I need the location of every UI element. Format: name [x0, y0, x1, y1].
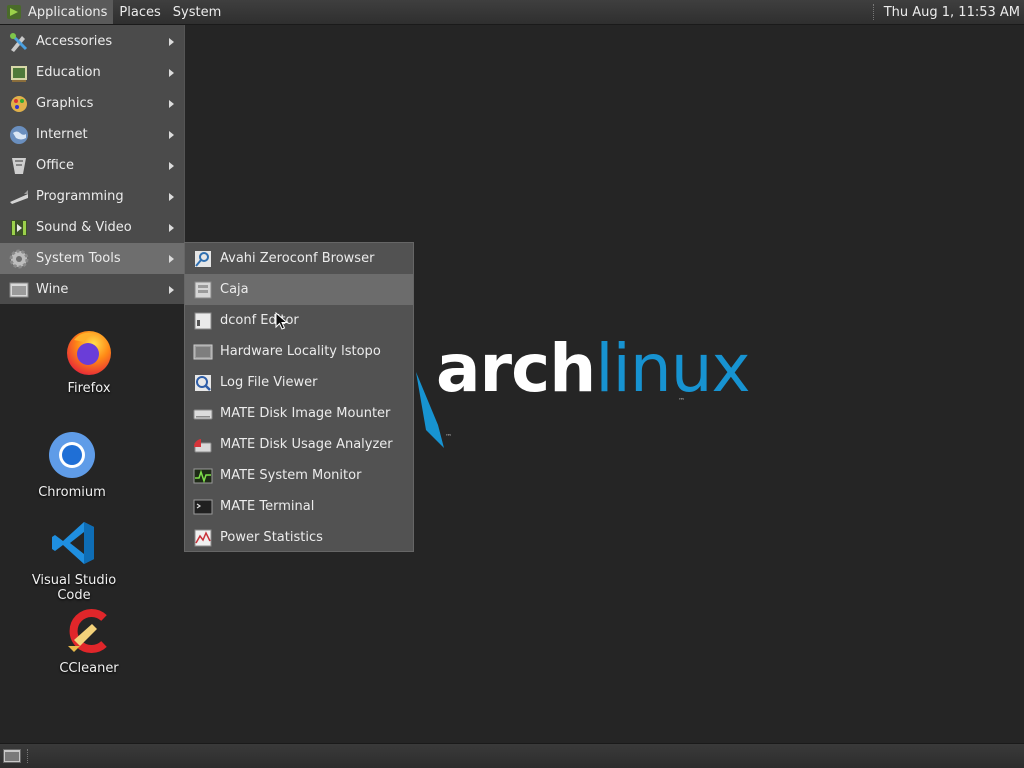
- menu-item-label: Office: [36, 158, 74, 173]
- submenu-arrow-icon: [169, 285, 174, 294]
- disk-mounter-icon: [193, 409, 213, 419]
- desktop-icon-firefox[interactable]: Firefox: [29, 326, 149, 396]
- places-menu-button[interactable]: Places: [113, 0, 166, 24]
- submenu-item-label: Hardware Locality lstopo: [220, 344, 381, 359]
- submenu-item-avahi[interactable]: Avahi Zeroconf Browser: [185, 243, 413, 274]
- applications-menu: Accessories Education Graphics Internet …: [0, 25, 185, 304]
- mouse-cursor-icon: [275, 312, 289, 330]
- menu-item-label: Education: [36, 65, 101, 80]
- dconf-icon: [194, 312, 212, 329]
- menu-item-label: Graphics: [36, 96, 94, 111]
- submenu-item-dconf[interactable]: dconf Editor: [185, 305, 413, 336]
- system-tools-submenu: Avahi Zeroconf Browser Caja dconf Editor…: [184, 242, 414, 552]
- submenu-arrow-icon: [169, 254, 174, 263]
- bottom-panel: [0, 743, 1024, 768]
- menu-item-programming[interactable]: Programming: [0, 181, 184, 212]
- system-monitor-icon: [193, 468, 213, 483]
- submenu-item-caja[interactable]: Caja: [185, 274, 413, 305]
- arch-wordmark-arch: arch: [436, 330, 596, 407]
- terminal-icon: [193, 499, 213, 514]
- menu-item-label: Internet: [36, 127, 88, 142]
- system-tools-icon: [9, 249, 29, 268]
- vscode-icon: [52, 522, 94, 564]
- submenu-arrow-icon: [169, 130, 174, 139]
- panel-handle: [27, 749, 30, 763]
- office-icon: [12, 157, 26, 174]
- trademark-mark: ™: [678, 397, 685, 405]
- submenu-item-label: Avahi Zeroconf Browser: [220, 251, 375, 266]
- submenu-item-label: Power Statistics: [220, 530, 323, 545]
- programming-icon: [10, 189, 28, 204]
- menu-item-label: Wine: [36, 282, 69, 297]
- arch-wordmark-linux: linux: [595, 330, 750, 407]
- avahi-icon: [195, 250, 211, 267]
- wine-icon: [9, 282, 29, 297]
- submenu-item-terminal[interactable]: MATE Terminal: [185, 491, 413, 522]
- show-desktop-icon[interactable]: [3, 749, 21, 763]
- power-statistics-icon: [194, 529, 212, 546]
- desktop-icon-chromium[interactable]: Chromium: [12, 430, 132, 500]
- submenu-arrow-icon: [169, 161, 174, 170]
- submenu-arrow-icon: [169, 99, 174, 108]
- submenu-item-disk-mounter[interactable]: MATE Disk Image Mounter: [185, 398, 413, 429]
- log-viewer-icon: [195, 374, 211, 391]
- applications-menu-label: Applications: [28, 4, 108, 20]
- top-panel: Applications Places System Thu Aug 1, 11…: [0, 0, 1024, 25]
- menu-item-office[interactable]: Office: [0, 150, 184, 181]
- desktop-icon-label: CCleaner: [59, 661, 119, 676]
- clock[interactable]: Thu Aug 1, 11:53 AM: [884, 5, 1024, 20]
- menu-item-label: Sound & Video: [36, 220, 132, 235]
- submenu-item-label: Log File Viewer: [220, 375, 318, 390]
- menu-item-graphics[interactable]: Graphics: [0, 88, 184, 119]
- disk-usage-icon: [193, 438, 212, 452]
- menu-item-education[interactable]: Education: [0, 57, 184, 88]
- graphics-icon: [11, 95, 27, 112]
- caja-icon: [194, 281, 212, 298]
- applications-menu-button[interactable]: Applications: [0, 0, 114, 24]
- panel-handle: [872, 4, 876, 20]
- submenu-item-disk-usage[interactable]: MATE Disk Usage Analyzer: [185, 429, 413, 460]
- arch-wordmark: archlinux: [436, 336, 751, 402]
- submenu-item-label: MATE System Monitor: [220, 468, 362, 483]
- submenu-item-label: Caja: [220, 282, 249, 297]
- desktop-icon-ccleaner[interactable]: CCleaner: [29, 606, 149, 676]
- menu-item-internet[interactable]: Internet: [0, 119, 184, 150]
- mate-logo-icon: [7, 5, 21, 19]
- chromium-icon: [49, 432, 95, 478]
- submenu-arrow-icon: [169, 223, 174, 232]
- submenu-item-label: MATE Disk Image Mounter: [220, 406, 391, 421]
- desktop: Applications Places System Thu Aug 1, 11…: [0, 0, 1024, 768]
- trademark-mark-logo: ™: [445, 433, 452, 441]
- submenu-item-log-viewer[interactable]: Log File Viewer: [185, 367, 413, 398]
- firefox-icon: [67, 331, 111, 375]
- sound-video-icon: [11, 219, 27, 236]
- desktop-icon-label: Chromium: [38, 485, 106, 500]
- submenu-item-system-monitor[interactable]: MATE System Monitor: [185, 460, 413, 491]
- internet-icon: [10, 125, 28, 144]
- system-menu-label: System: [172, 4, 222, 20]
- submenu-item-lstopo[interactable]: Hardware Locality lstopo: [185, 336, 413, 367]
- menu-item-label: System Tools: [36, 251, 121, 266]
- desktop-icon-label: Firefox: [67, 381, 111, 396]
- desktop-icon-vscode[interactable]: Visual Studio Code: [14, 518, 134, 603]
- desktop-icon-label: Visual Studio Code: [31, 573, 117, 603]
- menu-item-label: Accessories: [36, 34, 113, 49]
- submenu-arrow-icon: [169, 192, 174, 201]
- menu-item-accessories[interactable]: Accessories: [0, 26, 184, 57]
- menu-item-sound-video[interactable]: Sound & Video: [0, 212, 184, 243]
- submenu-arrow-icon: [169, 37, 174, 46]
- system-menu-button[interactable]: System: [167, 0, 227, 24]
- accessories-icon: [10, 32, 28, 52]
- submenu-item-power-statistics[interactable]: Power Statistics: [185, 522, 413, 553]
- menu-item-wine[interactable]: Wine: [0, 274, 184, 305]
- education-icon: [11, 65, 27, 82]
- places-menu-label: Places: [119, 4, 161, 20]
- submenu-item-label: MATE Terminal: [220, 499, 315, 514]
- menu-item-system-tools[interactable]: System Tools: [0, 243, 184, 274]
- submenu-item-label: MATE Disk Usage Analyzer: [220, 437, 393, 452]
- submenu-arrow-icon: [169, 68, 174, 77]
- ccleaner-icon: [68, 609, 107, 653]
- lstopo-icon: [193, 344, 213, 359]
- menu-item-label: Programming: [36, 189, 124, 204]
